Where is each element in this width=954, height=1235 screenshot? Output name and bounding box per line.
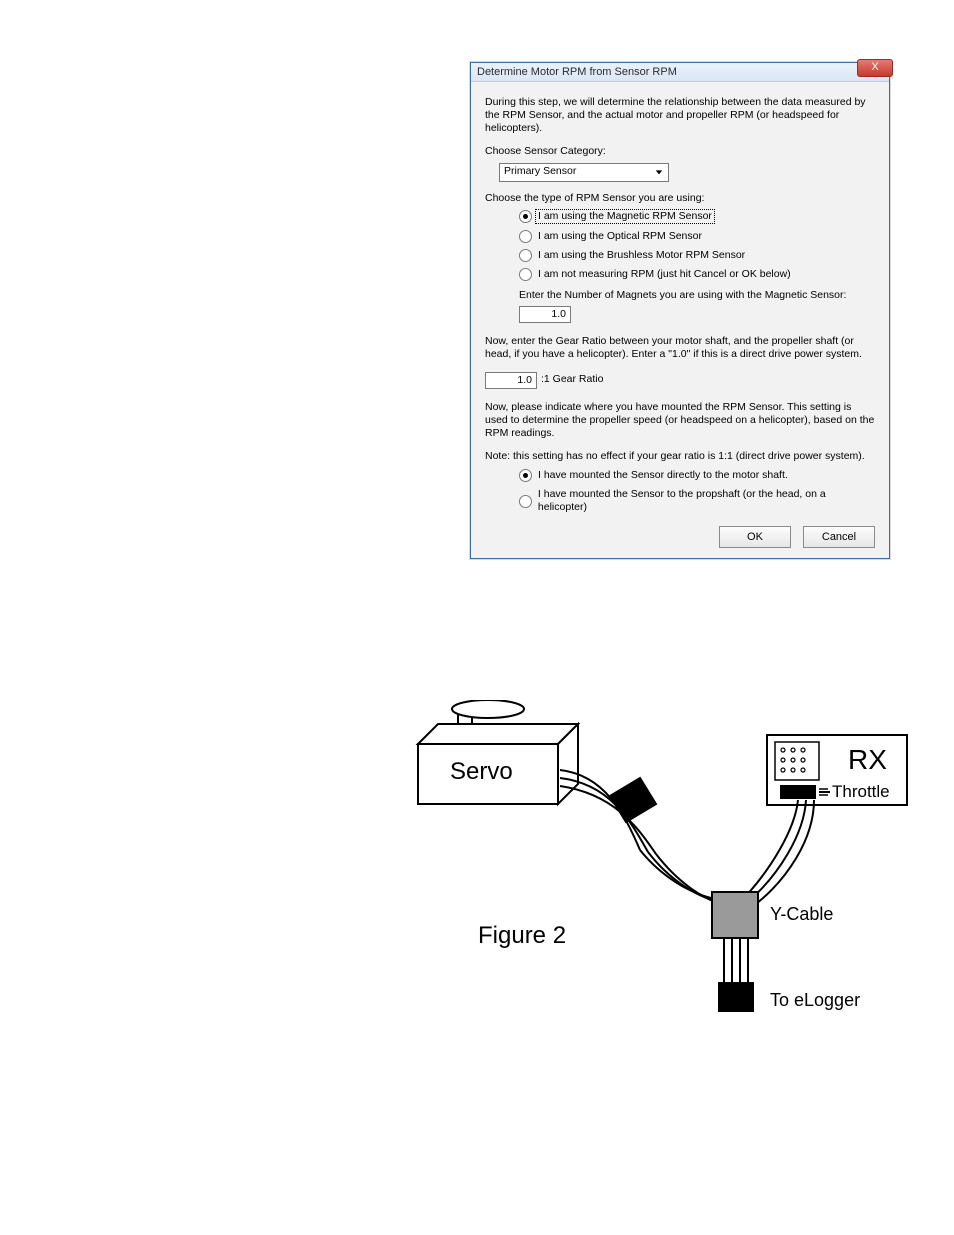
elogger-connector-icon xyxy=(718,982,754,1012)
servo-icon xyxy=(418,700,578,804)
sensor-category-row: Primary Sensor xyxy=(499,163,875,182)
close-button[interactable]: X xyxy=(857,59,893,77)
radio-magnetic-label: I am using the Magnetic RPM Sensor xyxy=(535,209,715,224)
to-elogger-label: To eLogger xyxy=(770,990,860,1011)
gear-ratio-row: 1.0 :1 Gear Ratio xyxy=(485,372,875,389)
sensor-category-value: Primary Sensor xyxy=(504,165,576,178)
radio-motor-shaft[interactable]: I have mounted the Sensor directly to th… xyxy=(519,469,875,482)
gear-ratio-input[interactable]: 1.0 xyxy=(485,372,537,389)
magnets-row: 1.0 xyxy=(519,306,875,323)
gear-ratio-intro: Now, enter the Gear Ratio between your m… xyxy=(485,335,875,361)
elogger-wires-icon xyxy=(724,938,748,982)
radio-magnetic[interactable]: I am using the Magnetic RPM Sensor xyxy=(519,209,875,224)
intro-text: During this step, we will determine the … xyxy=(485,96,875,135)
servo-label: Servo xyxy=(450,758,513,786)
radio-propshaft[interactable]: I have mounted the Sensor to the propsha… xyxy=(519,488,875,514)
radio-motor-shaft-label: I have mounted the Sensor directly to th… xyxy=(538,469,788,482)
radio-brushless[interactable]: I am using the Brushless Motor RPM Senso… xyxy=(519,249,875,262)
radio-icon xyxy=(519,230,532,243)
y-cable-junction-icon xyxy=(712,892,758,938)
radio-icon xyxy=(519,210,532,223)
radio-optical[interactable]: I am using the Optical RPM Sensor xyxy=(519,230,875,243)
chevron-down-icon xyxy=(652,165,666,179)
ok-button[interactable]: OK xyxy=(719,526,791,548)
figure-svg xyxy=(400,700,910,1040)
radio-icon xyxy=(519,249,532,262)
radio-brushless-label: I am using the Brushless Motor RPM Senso… xyxy=(538,249,745,262)
rpm-dialog: Determine Motor RPM from Sensor RPM X Du… xyxy=(470,62,890,559)
dialog-body: During this step, we will determine the … xyxy=(471,82,889,558)
mount-intro: Now, please indicate where you have moun… xyxy=(485,401,875,440)
gear-ratio-suffix: :1 Gear Ratio xyxy=(541,373,603,386)
radio-icon xyxy=(519,469,532,482)
rx-port-label: Throttle xyxy=(832,782,890,802)
magnets-input[interactable]: 1.0 xyxy=(519,306,571,323)
figure-caption: Figure 2 xyxy=(478,922,566,950)
figure-2-diagram: Servo RX Throttle Y-Cable To eLogger Fig… xyxy=(400,700,910,1040)
titlebar: Determine Motor RPM from Sensor RPM X xyxy=(471,63,889,82)
dialog-title: Determine Motor RPM from Sensor RPM xyxy=(477,66,677,78)
cancel-button[interactable]: Cancel xyxy=(803,526,875,548)
sensor-category-label: Choose Sensor Category: xyxy=(485,145,875,158)
mount-note: Note: this setting has no effect if your… xyxy=(485,450,875,463)
radio-icon xyxy=(519,495,532,508)
radio-optical-label: I am using the Optical RPM Sensor xyxy=(538,230,702,243)
radio-none-label: I am not measuring RPM (just hit Cancel … xyxy=(538,268,791,281)
magnets-label: Enter the Number of Magnets you are usin… xyxy=(519,289,875,302)
radio-icon xyxy=(519,268,532,281)
radio-none[interactable]: I am not measuring RPM (just hit Cancel … xyxy=(519,268,875,281)
dialog-buttons: OK Cancel xyxy=(485,526,875,548)
radio-propshaft-label: I have mounted the Sensor to the propsha… xyxy=(538,488,875,514)
sensor-category-select[interactable]: Primary Sensor xyxy=(499,163,669,182)
rx-label: RX xyxy=(848,744,887,776)
sensor-type-label: Choose the type of RPM Sensor you are us… xyxy=(485,192,875,205)
y-cable-label: Y-Cable xyxy=(770,904,833,925)
